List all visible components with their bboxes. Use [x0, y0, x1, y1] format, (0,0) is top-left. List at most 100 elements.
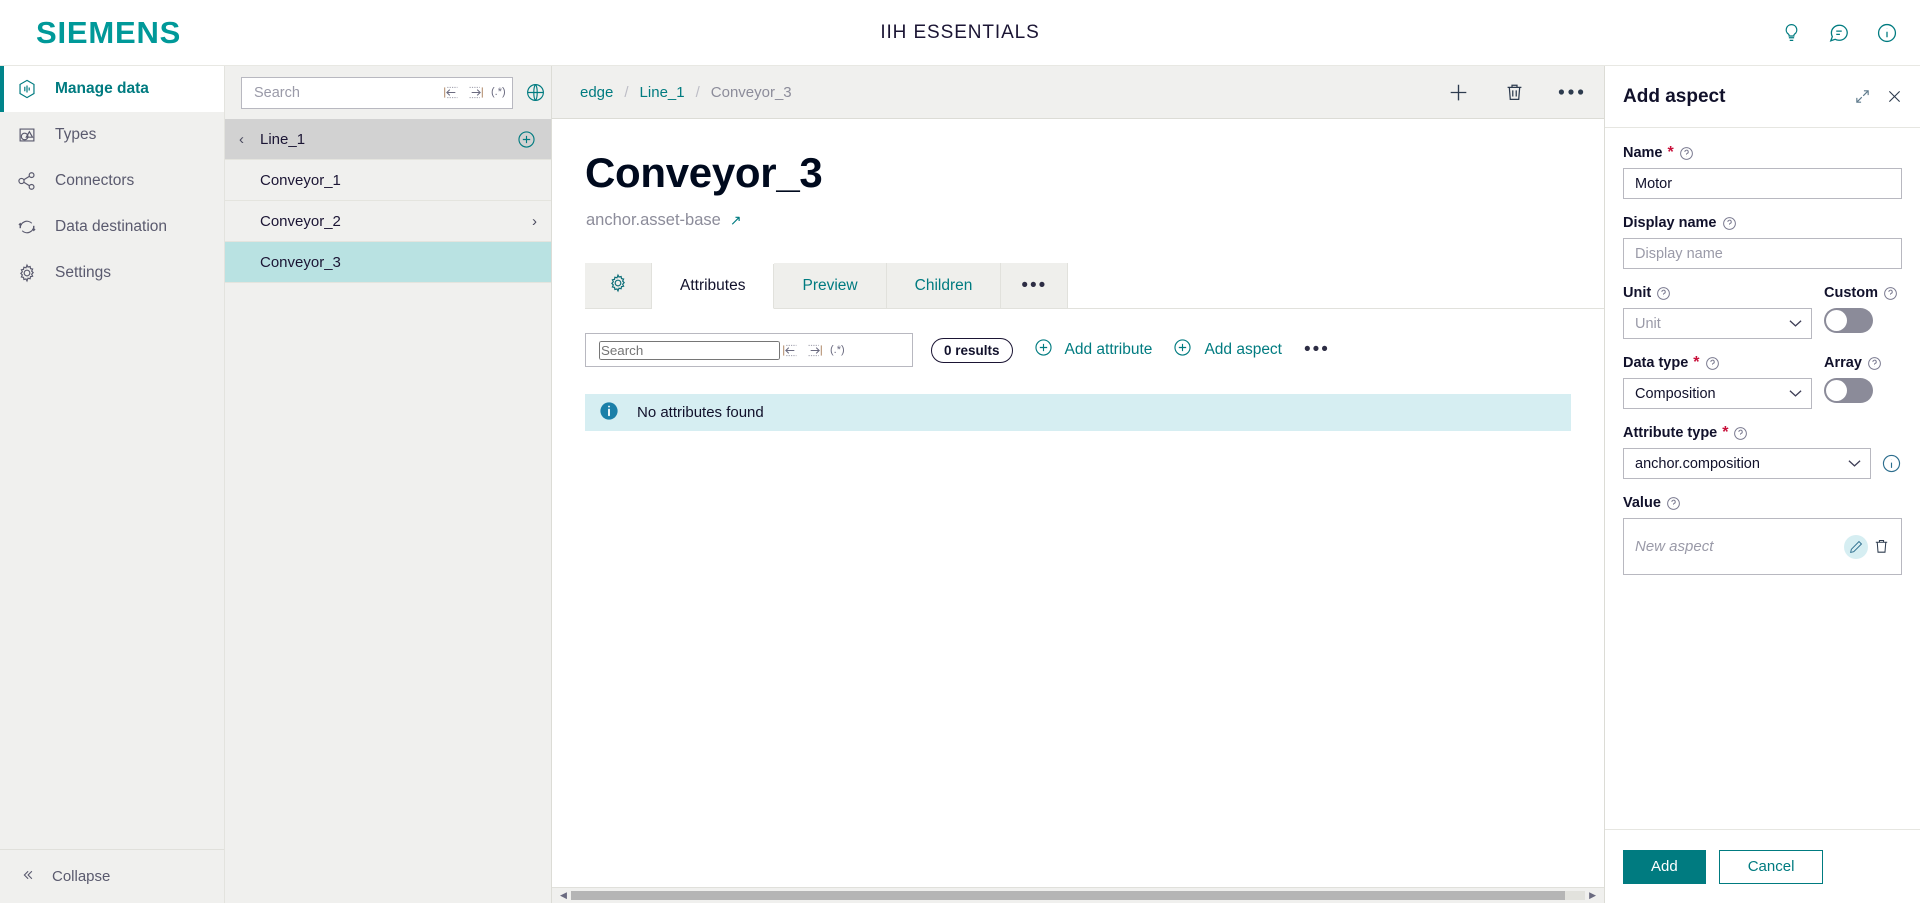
add-button[interactable]: Add [1623, 849, 1706, 884]
custom-toggle[interactable] [1824, 308, 1873, 333]
help-icon[interactable] [1867, 356, 1882, 371]
plus-circle-icon [1172, 337, 1193, 363]
unit-label-row: Unit [1623, 285, 1812, 301]
results-badge: 0 results [931, 337, 1013, 363]
attribute-type-label-row: Attribute type * [1623, 425, 1902, 441]
breadcrumb-separator: / [624, 83, 629, 101]
tree-search-row: (.*) [225, 66, 551, 119]
unit-custom-row: Unit Unit Custom [1623, 285, 1902, 339]
info-icon[interactable] [1881, 453, 1902, 474]
help-icon[interactable] [1679, 146, 1694, 161]
display-name-input[interactable]: Display name [1623, 238, 1902, 269]
regex-icon[interactable]: (.*) [828, 344, 847, 357]
scroll-right-arrow-icon[interactable]: ▶ [1585, 890, 1600, 901]
plus-circle-icon [1033, 337, 1054, 363]
edit-icon[interactable] [1844, 534, 1868, 559]
sidebar-item-types[interactable]: Types [0, 112, 224, 158]
tab-attributes[interactable]: Attributes [652, 264, 775, 309]
expand-icon[interactable] [1854, 88, 1871, 105]
tab-settings[interactable] [585, 263, 652, 308]
match-end-icon[interactable] [804, 342, 825, 359]
required-marker: * [1722, 424, 1729, 441]
app-title: IIH ESSENTIALS [880, 21, 1040, 43]
chevron-left-icon[interactable]: ‹ [239, 131, 244, 148]
data-type-field-group: Data type * Composition [1623, 355, 1812, 409]
tab-preview[interactable]: Preview [774, 263, 887, 308]
match-end-icon[interactable] [465, 84, 486, 101]
tree-search-box[interactable]: (.*) [241, 76, 513, 109]
array-toggle[interactable] [1824, 378, 1873, 403]
toggle-knob [1826, 380, 1847, 401]
panel-title: Add aspect [1623, 85, 1726, 107]
delete-icon[interactable] [1872, 537, 1891, 556]
sidebar-item-data-destination[interactable]: Data destination [0, 204, 224, 250]
sidebar-item-label: Settings [55, 264, 112, 281]
tree-row-label: Line_1 [260, 130, 306, 148]
name-field-group: Name * Motor [1623, 145, 1902, 199]
globe-icon[interactable] [523, 80, 548, 105]
tree-row-conveyor-1[interactable]: Conveyor_1 [225, 160, 551, 201]
name-input[interactable]: Motor [1623, 168, 1902, 199]
tab-children[interactable]: Children [886, 263, 1002, 308]
scrollbar-track[interactable] [570, 891, 1586, 900]
sidebar-item-connectors[interactable]: Connectors [0, 158, 224, 204]
unit-select[interactable]: Unit [1623, 308, 1812, 339]
asset-type-link[interactable]: anchor.asset-base ↗ [586, 211, 1604, 230]
chevron-double-left-icon [18, 866, 36, 888]
help-icon[interactable] [1666, 496, 1681, 511]
attribute-type-field-group: Attribute type * anchor.composition [1623, 425, 1902, 479]
sidebar-item-manage-data[interactable]: Manage data [0, 66, 224, 112]
add-icon[interactable] [1446, 80, 1471, 105]
delete-icon[interactable] [1503, 81, 1526, 104]
sidebar-item-label: Types [55, 126, 97, 143]
chevron-down-icon [1789, 387, 1802, 401]
data-type-select[interactable]: Composition [1623, 378, 1812, 409]
top-bar-actions [1781, 22, 1898, 44]
app-root: SIEMENS IIH ESSENTIALS Manage data Types… [0, 0, 1920, 903]
chevron-right-icon[interactable]: › [532, 213, 537, 230]
regex-icon[interactable]: (.*) [489, 86, 508, 99]
close-icon[interactable] [1885, 87, 1904, 106]
horizontal-scrollbar[interactable]: ◀ ▶ [552, 887, 1604, 903]
cancel-button[interactable]: Cancel [1718, 849, 1824, 884]
more-icon[interactable] [1558, 88, 1584, 96]
attribute-search-input[interactable] [599, 340, 780, 360]
help-icon[interactable] [1733, 426, 1748, 441]
attribute-type-select[interactable]: anchor.composition [1623, 448, 1871, 479]
add-attribute-button[interactable]: Add attribute [1033, 337, 1152, 363]
attribute-search-box[interactable]: (.*) [585, 333, 913, 367]
chevron-down-icon [1848, 457, 1861, 471]
help-icon[interactable] [1656, 286, 1671, 301]
breadcrumb-item-line-1[interactable]: Line_1 [640, 84, 685, 101]
scroll-left-arrow-icon[interactable]: ◀ [556, 890, 571, 901]
tree-search-input[interactable] [254, 84, 441, 101]
bulb-icon[interactable] [1781, 22, 1802, 43]
value-box[interactable]: New aspect [1623, 518, 1902, 575]
custom-label: Custom [1824, 285, 1878, 301]
gear-icon [14, 262, 40, 284]
help-icon[interactable] [1883, 286, 1898, 301]
attributes-more-button[interactable]: ••• [1304, 339, 1330, 361]
scrollbar-thumb[interactable] [570, 891, 1565, 900]
info-icon[interactable] [1876, 22, 1898, 44]
tree-row-line-1[interactable]: ‹ Line_1 [225, 119, 551, 160]
collapse-sidebar-button[interactable]: Collapse [0, 849, 224, 903]
info-icon [598, 400, 620, 426]
help-icon[interactable] [1705, 356, 1720, 371]
plus-circle-icon[interactable] [516, 129, 537, 150]
content-tabs: Attributes Preview Children ••• [585, 263, 1604, 309]
match-start-icon[interactable] [780, 342, 801, 359]
gear-icon [607, 272, 629, 299]
unit-field-group: Unit Unit [1623, 285, 1812, 339]
tree-row-conveyor-2[interactable]: Conveyor_2 › [225, 201, 551, 242]
tab-more[interactable]: ••• [1001, 263, 1069, 308]
panel-header: Add aspect [1605, 66, 1920, 128]
help-icon[interactable] [1722, 216, 1737, 231]
required-marker: * [1667, 144, 1674, 161]
feedback-icon[interactable] [1828, 22, 1850, 44]
tree-row-conveyor-3[interactable]: Conveyor_3 [225, 242, 551, 283]
match-start-icon[interactable] [441, 84, 462, 101]
breadcrumb-item-edge[interactable]: edge [580, 84, 613, 101]
sidebar-item-settings[interactable]: Settings [0, 250, 224, 296]
add-aspect-button[interactable]: Add aspect [1172, 337, 1282, 363]
